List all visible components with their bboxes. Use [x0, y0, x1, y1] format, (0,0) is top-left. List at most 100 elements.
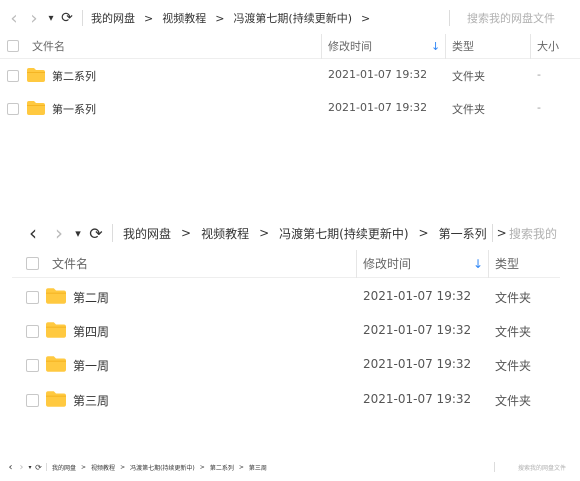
breadcrumb-videos[interactable]: 视频教程 [162, 10, 206, 26]
row-modified: 2021-01-07 19:32 [363, 392, 472, 406]
column-divider [356, 250, 357, 278]
folder-icon [27, 101, 45, 115]
column-divider [488, 250, 489, 278]
row-checkbox[interactable] [26, 291, 39, 304]
row-checkbox[interactable] [7, 70, 19, 82]
row-modified: 2021-01-07 19:32 [363, 289, 472, 303]
back-button[interactable]: ‹ [6, 462, 15, 473]
caret-down-icon: ▾ [75, 226, 81, 240]
list-header: 文件名 修改时间 ↓ 类型 大小 [0, 34, 580, 59]
row-modified: 2021-01-07 19:32 [363, 357, 472, 371]
chevron-left-icon: ‹ [8, 461, 13, 473]
breadcrumb-root[interactable]: 我的网盘 [52, 463, 76, 472]
list-item[interactable]: 第二系列 2021-01-07 19:32 文件夹 - [0, 64, 580, 88]
row-checkbox[interactable] [26, 394, 39, 407]
column-header-type[interactable]: 类型 [495, 255, 519, 272]
history-dropdown-button[interactable]: ▾ [26, 464, 34, 471]
breadcrumb-videos[interactable]: 视频教程 [201, 225, 249, 242]
search-divider [449, 10, 450, 26]
list-header: 文件名 修改时间 ↓ 类型 [12, 250, 560, 278]
back-button[interactable]: ‹ [4, 8, 24, 29]
refresh-button[interactable]: ⟳ [86, 224, 106, 243]
search-input[interactable]: 搜索我的 [509, 225, 557, 242]
breadcrumb-current[interactable]: 第一系列 [439, 225, 487, 242]
toolbar: ‹ › ▾ ⟳ 我的网盘 > 视频教程 > 冯渡第七期(持续更新中) > 第二系… [0, 461, 580, 473]
toolbar-divider [112, 224, 113, 242]
column-divider [530, 34, 531, 59]
row-checkbox[interactable] [26, 325, 39, 338]
list-item[interactable]: 第三周 2021-01-07 19:32 文件夹 [12, 387, 560, 413]
breadcrumb-trailing-separator: > [361, 11, 371, 25]
row-type: 文件夹 [452, 103, 485, 116]
refresh-button[interactable]: ⟳ [58, 10, 76, 26]
breadcrumb-course[interactable]: 冯渡第七期(持续更新中) [130, 463, 195, 472]
column-divider [445, 34, 446, 59]
refresh-button[interactable]: ⟳ [34, 463, 43, 472]
refresh-icon: ⟳ [35, 462, 42, 472]
row-size: - [537, 101, 541, 114]
row-type: 文件夹 [495, 394, 532, 408]
caret-down-icon: ▾ [48, 12, 54, 24]
column-header-modified[interactable]: 修改时间 [328, 38, 372, 54]
search-input[interactable]: 搜索我的网盘文件 [518, 463, 566, 472]
column-header-modified[interactable]: 修改时间 [363, 255, 411, 272]
back-button[interactable]: ‹ [22, 221, 44, 245]
toolbar-divider [82, 10, 83, 26]
caret-down-icon: ▾ [28, 463, 32, 471]
breadcrumb-current[interactable]: 第三周 [249, 463, 267, 472]
folder-icon [27, 68, 45, 82]
column-header-name[interactable]: 文件名 [32, 38, 65, 54]
file-browser-panel-2: ‹ › ▾ ⟳ 我的网盘 > 视频教程 > 冯渡第七期(持续更新中) > 第一系… [12, 212, 560, 434]
row-modified: 2021-01-07 19:32 [363, 323, 472, 337]
row-name[interactable]: 第二周 [73, 289, 109, 306]
row-name[interactable]: 第四周 [73, 323, 109, 340]
row-checkbox[interactable] [7, 103, 19, 115]
row-modified: 2021-01-07 19:32 [328, 101, 428, 114]
row-checkbox[interactable] [26, 359, 39, 372]
forward-button[interactable]: › [48, 221, 70, 245]
select-all-checkbox[interactable] [26, 257, 39, 270]
breadcrumb-current[interactable]: 冯渡第七期(持续更新中) [233, 10, 352, 26]
search-divider [492, 224, 493, 242]
breadcrumb-root[interactable]: 我的网盘 [91, 10, 135, 26]
breadcrumb-series[interactable]: 第二系列 [210, 463, 234, 472]
breadcrumb-separator: > [199, 463, 205, 471]
row-type: 文件夹 [495, 325, 532, 339]
row-name[interactable]: 第二系列 [52, 68, 96, 84]
file-browser-panel-3: ‹ › ▾ ⟳ 我的网盘 > 视频教程 > 冯渡第七期(持续更新中) > 第二系… [0, 455, 580, 481]
row-type: 文件夹 [495, 359, 532, 373]
column-header-name[interactable]: 文件名 [52, 255, 88, 272]
breadcrumb-videos[interactable]: 视频教程 [91, 463, 115, 472]
search-divider [494, 462, 495, 472]
sort-descending-icon[interactable]: ↓ [431, 40, 440, 53]
breadcrumb-separator: > [81, 463, 87, 471]
forward-button[interactable]: › [24, 8, 44, 29]
toolbar-divider [46, 463, 47, 471]
breadcrumb-root[interactable]: 我的网盘 [123, 225, 171, 242]
history-dropdown-button[interactable]: ▾ [70, 227, 86, 240]
chevron-left-icon: ‹ [10, 7, 18, 29]
row-name[interactable]: 第一周 [73, 357, 109, 374]
breadcrumb-trailing-separator: > [496, 226, 507, 240]
sort-descending-icon[interactable]: ↓ [473, 257, 483, 271]
list-item[interactable]: 第一周 2021-01-07 19:32 文件夹 [12, 352, 560, 378]
select-all-checkbox[interactable] [7, 40, 19, 52]
forward-button[interactable]: › [17, 462, 26, 473]
toolbar: ‹ › ▾ ⟳ 我的网盘 > 视频教程 > 冯渡第七期(持续更新中) > 第一系… [12, 220, 560, 246]
breadcrumb-separator: > [418, 226, 429, 240]
chevron-right-icon: › [30, 7, 38, 29]
column-header-type[interactable]: 类型 [452, 38, 474, 54]
breadcrumb-separator: > [144, 11, 154, 25]
history-dropdown-button[interactable]: ▾ [44, 13, 58, 24]
folder-icon [46, 356, 66, 372]
search-input[interactable]: 搜索我的网盘文件 [467, 10, 555, 26]
breadcrumb-course[interactable]: 冯渡第七期(持续更新中) [279, 225, 408, 242]
list-item[interactable]: 第四周 2021-01-07 19:32 文件夹 [12, 318, 560, 344]
list-item[interactable]: 第一系列 2021-01-07 19:32 文件夹 - [0, 97, 580, 121]
breadcrumb-separator: > [259, 226, 270, 240]
row-name[interactable]: 第三周 [73, 392, 109, 409]
chevron-right-icon: › [55, 221, 63, 245]
row-name[interactable]: 第一系列 [52, 101, 96, 117]
list-item[interactable]: 第二周 2021-01-07 19:32 文件夹 [12, 284, 560, 310]
column-header-size[interactable]: 大小 [537, 38, 559, 54]
